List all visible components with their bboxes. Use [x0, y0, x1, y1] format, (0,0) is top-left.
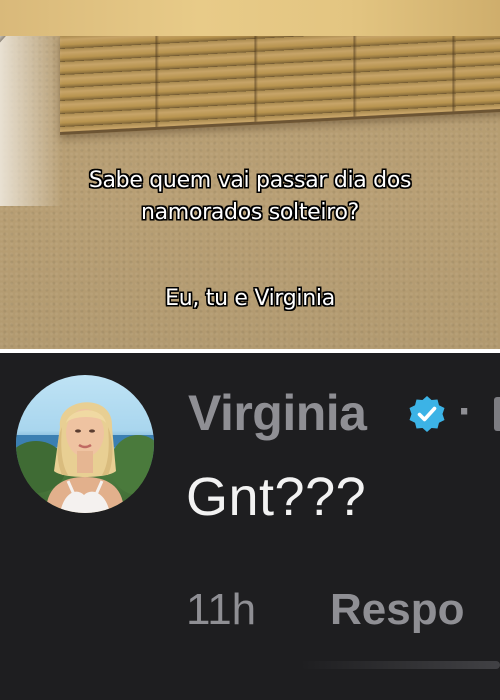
separator-dot: ·	[458, 387, 473, 436]
comment-text: Gnt???	[186, 467, 367, 527]
video-caption-line-2: namorados solteiro?	[140, 200, 360, 225]
comment-timestamp: 11h	[186, 585, 257, 634]
bamboo-roof-background	[60, 36, 500, 135]
avatar[interactable]	[16, 375, 154, 513]
comment-username[interactable]: Virginia	[188, 383, 367, 443]
comment-panel: Virginia · Gnt??? 11h Respo	[0, 353, 500, 700]
video-caption-line-3: Eu, tu e Virginia	[165, 286, 335, 311]
avatar-portrait-icon	[16, 402, 154, 513]
verified-check-icon	[409, 396, 445, 432]
next-comment-edge	[300, 661, 500, 669]
reply-button[interactable]: Respo	[330, 583, 464, 637]
cropped-text-fragment	[494, 397, 500, 431]
video-caption-line-1: Sabe quem vai passar dia dos	[88, 168, 412, 193]
video-frame[interactable]: Sabe quem vai passar dia dos namorados s…	[0, 36, 500, 349]
top-banner-strip	[0, 0, 500, 36]
